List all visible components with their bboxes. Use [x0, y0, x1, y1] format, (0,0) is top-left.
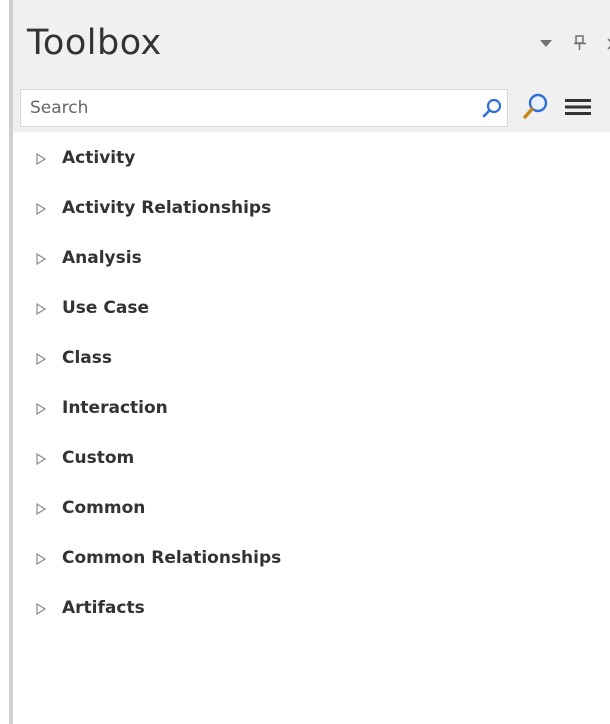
- hamburger-menu-icon[interactable]: [563, 95, 593, 119]
- expand-arrow-icon[interactable]: [36, 303, 46, 315]
- toolbox-category-activity[interactable]: Activity: [13, 132, 610, 182]
- toolbox-category-use-case[interactable]: Use Case: [13, 282, 610, 332]
- search-toolbar: [13, 86, 610, 132]
- expand-arrow-icon[interactable]: [36, 353, 46, 365]
- toolbox-category-label: Custom: [62, 448, 135, 468]
- pin-icon: [574, 35, 586, 50]
- panel-title: Toolbox: [27, 23, 162, 63]
- toolbox-category-label: Class: [62, 348, 113, 368]
- toolbox-category-label: Interaction: [62, 398, 168, 418]
- toolbox-category-analysis[interactable]: Analysis: [13, 232, 610, 282]
- expand-arrow-icon[interactable]: [36, 503, 46, 515]
- toolbox-category-interaction[interactable]: Interaction: [13, 382, 610, 432]
- search-input[interactable]: [21, 90, 480, 126]
- toolbox-category-label: Common Relationships: [62, 548, 282, 568]
- toolbox-category-custom[interactable]: Custom: [13, 432, 610, 482]
- pin-button[interactable]: [570, 30, 590, 56]
- search-icon[interactable]: [481, 97, 503, 119]
- toolbox-category-class[interactable]: Class: [13, 332, 610, 382]
- expand-arrow-icon[interactable]: [36, 253, 46, 265]
- expand-arrow-icon[interactable]: [36, 453, 46, 465]
- search-box: [20, 89, 508, 127]
- toolbox-category-label: Activity Relationships: [62, 198, 272, 218]
- expand-arrow-icon[interactable]: [36, 553, 46, 565]
- close-button[interactable]: [603, 30, 610, 56]
- expand-arrow-icon[interactable]: [36, 403, 46, 415]
- toolbox-category-label: Common: [62, 498, 146, 518]
- find-toolbox-item-icon[interactable]: [521, 92, 549, 122]
- toolbox-category-label: Analysis: [62, 248, 142, 268]
- toolbox-category-label: Artifacts: [62, 598, 145, 618]
- panel-dropdown-button[interactable]: [535, 30, 557, 56]
- toolbox-category-activity-relationships[interactable]: Activity Relationships: [13, 182, 610, 232]
- expand-arrow-icon[interactable]: [36, 603, 46, 615]
- close-icon: [607, 38, 610, 50]
- toolbox-category-label: Activity: [62, 148, 136, 168]
- toolbox-category-list: Activity Activity Relationships Analysis…: [13, 132, 610, 632]
- toolbox-category-label: Use Case: [62, 298, 149, 318]
- panel-titlebar: Toolbox: [13, 0, 610, 86]
- toolbox-category-artifacts[interactable]: Artifacts: [13, 582, 610, 632]
- expand-arrow-icon[interactable]: [36, 153, 46, 165]
- expand-arrow-icon[interactable]: [36, 203, 46, 215]
- toolbox-category-common-relationships[interactable]: Common Relationships: [13, 532, 610, 582]
- toolbox-category-common[interactable]: Common: [13, 482, 610, 532]
- triangle-down-icon: [540, 40, 552, 47]
- toolbox-panel: Toolbox Search Activity Activity Relatio…: [0, 0, 610, 724]
